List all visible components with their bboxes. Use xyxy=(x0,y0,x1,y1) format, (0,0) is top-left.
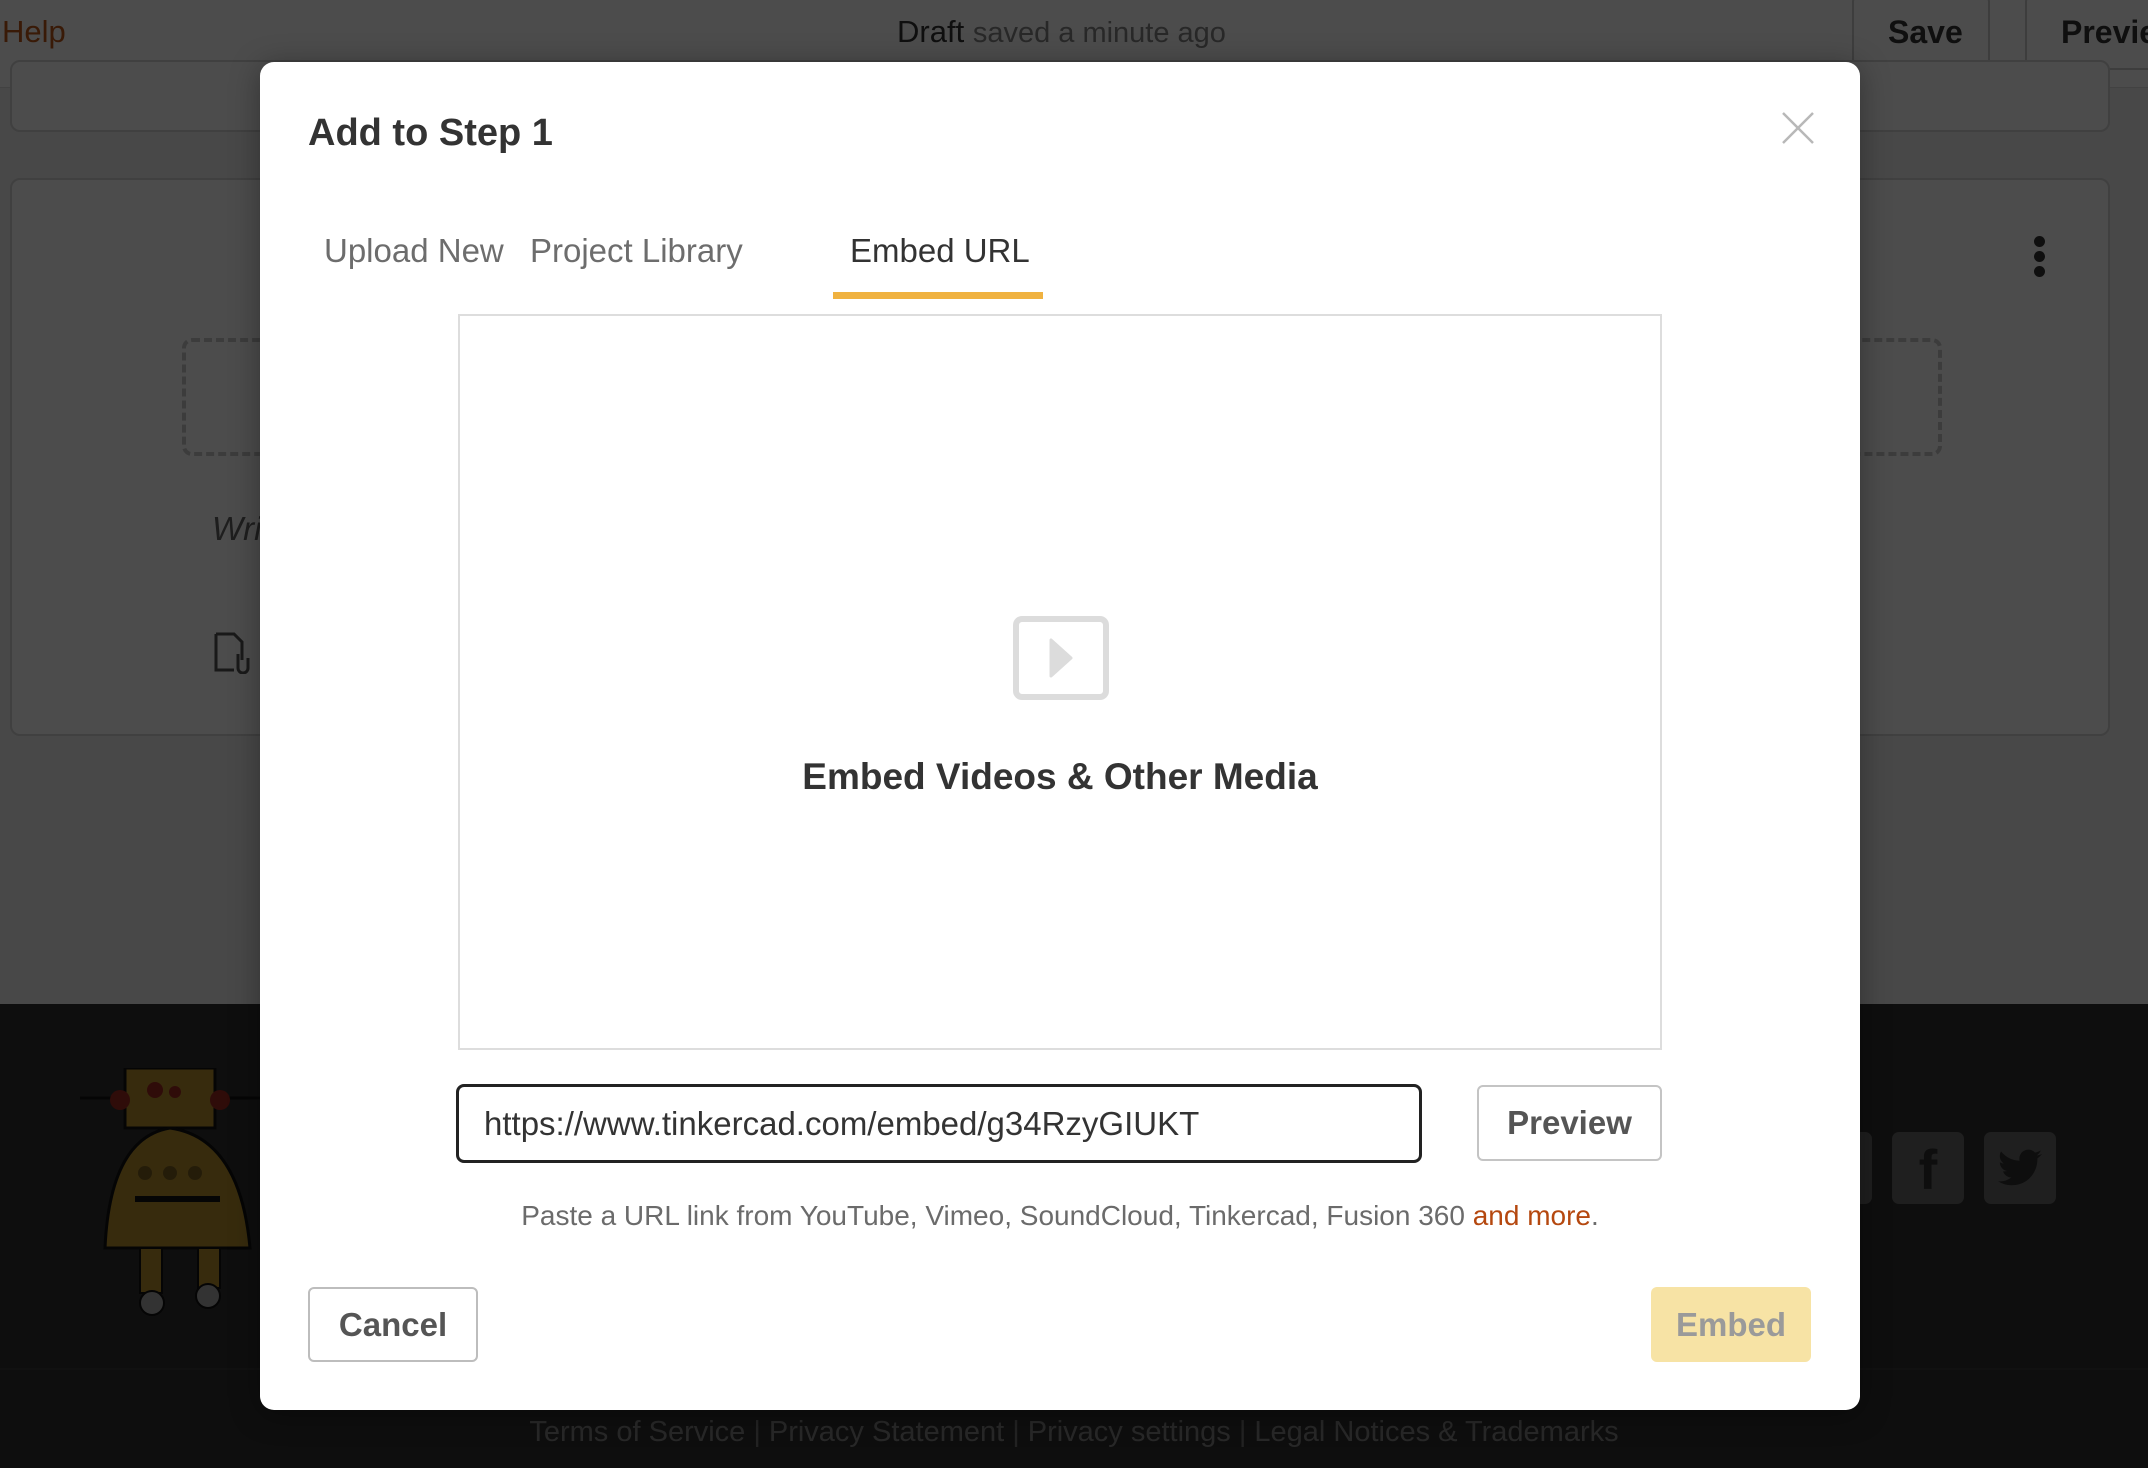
and-more-link[interactable]: and more xyxy=(1473,1200,1591,1231)
active-tab-indicator xyxy=(833,292,1043,299)
embed-url-input[interactable] xyxy=(456,1084,1422,1163)
supported-sources-help: Paste a URL link from YouTube, Vimeo, So… xyxy=(260,1200,1860,1232)
tab-embed-url[interactable]: Embed URL xyxy=(850,232,1030,292)
tab-project-library[interactable]: Project Library xyxy=(530,232,743,292)
close-icon[interactable] xyxy=(1780,110,1816,146)
tab-upload-new[interactable]: Upload New xyxy=(324,232,504,292)
add-media-modal: Add to Step 1 Upload New Project Library… xyxy=(260,62,1860,1410)
embed-button[interactable]: Embed xyxy=(1651,1287,1811,1362)
embed-preview-area: Embed Videos & Other Media xyxy=(458,314,1662,1050)
play-video-icon xyxy=(1013,616,1109,700)
embed-preview-caption: Embed Videos & Other Media xyxy=(802,756,1318,797)
cancel-button[interactable]: Cancel xyxy=(308,1287,478,1362)
modal-title: Add to Step 1 xyxy=(308,112,553,154)
help-text: Paste a URL link from YouTube, Vimeo, So… xyxy=(521,1200,1473,1231)
preview-embed-button[interactable]: Preview xyxy=(1477,1085,1662,1161)
help-suffix: . xyxy=(1591,1200,1599,1231)
